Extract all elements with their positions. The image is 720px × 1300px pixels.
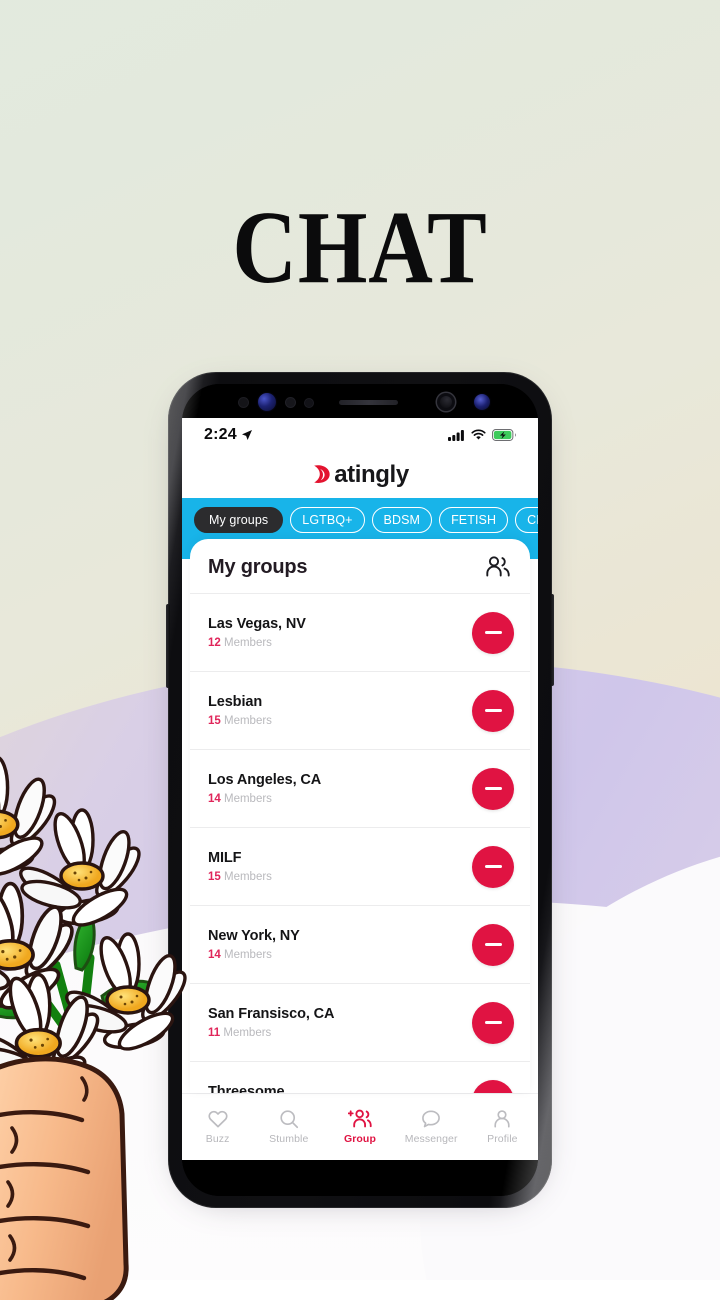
phone-screen: 2:24 atingly My groups LGTBQ+ BDSM FETIS… — [182, 384, 538, 1196]
phone-bottom-bezel — [182, 1160, 538, 1196]
search-icon — [280, 1109, 298, 1128]
add-people-icon — [347, 1109, 372, 1127]
group-name: Las Vegas, NV — [208, 616, 306, 632]
leave-group-button[interactable] — [472, 689, 514, 732]
minus-icon — [484, 709, 502, 712]
filter-chip-fetish[interactable]: FETISH — [439, 507, 509, 533]
group-info: Las Vegas, NV 12 Members — [208, 616, 306, 649]
earpiece-speaker — [339, 400, 398, 405]
tab-stumble[interactable]: Stumble — [255, 1108, 323, 1145]
leave-group-button[interactable] — [472, 845, 514, 888]
sensor-icon — [305, 399, 313, 407]
tab-label: Profile — [487, 1132, 518, 1145]
leave-group-button[interactable] — [472, 767, 514, 810]
datingly-logo: atingly — [311, 461, 409, 489]
table-row[interactable]: San Fransisco, CA 11 Members — [190, 983, 530, 1061]
tab-label: Group — [343, 1132, 376, 1145]
tab-label: Messenger — [404, 1132, 458, 1145]
bottom-tab-bar: Buzz Stumble Group Messenger Profile — [182, 1093, 538, 1160]
group-info: Los Angeles, CA 14 Members — [208, 772, 321, 805]
group-info: San Fransisco, CA 11 Members — [208, 1006, 335, 1039]
filter-chip-list: My groups LGTBQ+ BDSM FETISH CITY — [182, 507, 538, 533]
group-name: San Fransisco, CA — [208, 1006, 335, 1022]
leave-group-button[interactable] — [472, 1079, 514, 1093]
wifi-icon — [471, 429, 486, 440]
people-icon[interactable] — [484, 555, 512, 579]
table-row[interactable]: New York, NY 14 Members — [190, 905, 530, 983]
groups-list: Las Vegas, NV 12 Members Lesbian 15 Memb… — [190, 593, 530, 1093]
chat-bubble-icon — [422, 1109, 441, 1127]
phone-frame: 2:24 atingly My groups LGTBQ+ BDSM FETIS… — [168, 372, 552, 1208]
tab-group[interactable]: Group — [326, 1108, 394, 1145]
cellular-signal-icon — [448, 430, 464, 441]
group-name: New York, NY — [208, 928, 300, 944]
app-brand-bar: atingly — [182, 452, 538, 498]
battery-charging-icon — [492, 429, 516, 441]
status-bar-left: 2:24 — [204, 426, 253, 444]
table-row[interactable]: MILF 15 Members — [190, 827, 530, 905]
filter-chip-my-groups[interactable]: My groups — [194, 507, 284, 533]
group-info: Threesome 21 Members — [208, 1084, 285, 1093]
minus-icon — [484, 943, 502, 946]
volume-button[interactable] — [166, 604, 170, 688]
leave-group-button[interactable] — [472, 923, 514, 966]
table-row[interactable]: Lesbian 15 Members — [190, 671, 530, 749]
group-member-count: 12 Members — [208, 637, 272, 649]
front-camera-icon — [258, 393, 276, 411]
hand-holding-daisies-illustration — [0, 755, 194, 1300]
tab-label: Stumble — [269, 1132, 309, 1145]
group-name: Los Angeles, CA — [208, 772, 322, 788]
iris-scanner-icon — [437, 393, 455, 411]
group-member-count: 14 Members — [208, 949, 272, 961]
table-row[interactable]: Threesome 21 Members — [190, 1061, 530, 1093]
group-member-count: 11 Members — [208, 1027, 272, 1039]
minus-icon — [484, 865, 502, 868]
filter-chip-bdsm[interactable]: BDSM — [371, 507, 433, 533]
tab-profile[interactable]: Profile — [468, 1108, 536, 1145]
minus-icon — [484, 1021, 502, 1024]
power-button[interactable] — [550, 594, 554, 686]
groups-card-title: My groups — [208, 555, 308, 578]
group-info: New York, NY 14 Members — [208, 928, 300, 961]
groups-card: My groups Las Vegas, NV 12 Members Lesbi… — [190, 539, 530, 1093]
minus-icon — [484, 631, 502, 634]
page-title: CHAT — [232, 190, 488, 305]
app-viewport: 2:24 atingly My groups LGTBQ+ BDSM FETIS… — [182, 418, 538, 1160]
filter-chip-lgtbq[interactable]: LGTBQ+ — [290, 507, 365, 533]
minus-icon — [484, 787, 502, 790]
group-name: Threesome — [208, 1084, 285, 1093]
sensor-icon — [239, 398, 248, 407]
groups-card-header: My groups — [190, 539, 530, 593]
person-icon — [494, 1109, 510, 1128]
leave-group-button[interactable] — [472, 1001, 514, 1044]
brand-wordmark: atingly — [334, 461, 409, 488]
location-arrow-icon — [241, 430, 252, 440]
status-time: 2:24 — [204, 426, 237, 443]
group-member-count: 14 Members — [208, 793, 272, 805]
phone-top-bezel — [182, 384, 538, 418]
phone-mockup: 2:24 atingly My groups LGTBQ+ BDSM FETIS… — [166, 372, 554, 1208]
table-row[interactable]: Los Angeles, CA 14 Members — [190, 749, 530, 827]
sensor-icon — [286, 398, 295, 407]
status-bar: 2:24 — [182, 418, 538, 452]
secondary-camera-icon — [474, 394, 490, 410]
filter-chip-city[interactable]: CITY — [515, 507, 538, 533]
status-bar-right — [448, 429, 516, 441]
leave-group-button[interactable] — [472, 611, 514, 654]
tab-messenger[interactable]: Messenger — [397, 1108, 465, 1145]
table-row[interactable]: Las Vegas, NV 12 Members — [190, 593, 530, 671]
